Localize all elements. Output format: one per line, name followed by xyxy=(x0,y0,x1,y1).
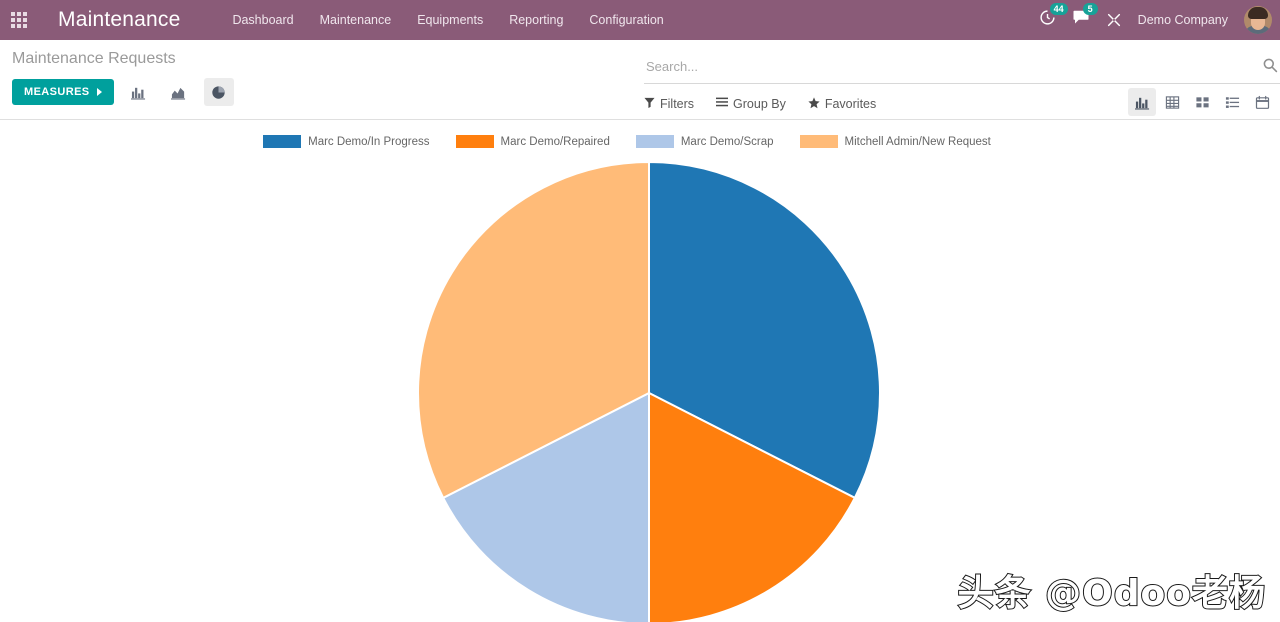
pie-slice[interactable] xyxy=(648,391,857,622)
top-navbar: Maintenance Dashboard Maintenance Equipm… xyxy=(0,0,1280,40)
graph-view-icon[interactable] xyxy=(1128,88,1156,116)
menu-item-reporting[interactable]: Reporting xyxy=(509,13,563,27)
avatar-hair xyxy=(1248,7,1268,19)
legend-swatch-0 xyxy=(263,135,302,148)
view-switcher xyxy=(1128,88,1276,116)
kanban-view-icon[interactable] xyxy=(1188,88,1216,116)
funnel-icon xyxy=(644,97,655,111)
legend-label-2: Marc Demo/Scrap xyxy=(680,135,774,148)
filters-dropdown[interactable]: Filters xyxy=(644,97,694,111)
messages-count-badge: 5 xyxy=(1082,3,1098,15)
legend-item[interactable]: Marc Demo/In Progress xyxy=(263,135,430,148)
menu-item-configuration[interactable]: Configuration xyxy=(589,13,663,27)
menu-item-equipments[interactable]: Equipments xyxy=(417,13,483,27)
filter-row: Filters Group By Favorites xyxy=(644,86,1280,122)
caret-right-icon xyxy=(96,88,102,96)
search-input[interactable] xyxy=(644,59,1280,74)
filters-label: Filters xyxy=(660,97,695,111)
group-by-dropdown[interactable]: Group By xyxy=(716,97,786,111)
hamburger-icon xyxy=(716,97,729,111)
menu-item-maintenance[interactable]: Maintenance xyxy=(320,13,392,27)
pie-slice[interactable] xyxy=(441,391,650,622)
calendar-view-icon[interactable] xyxy=(1248,88,1276,116)
main-menu: Dashboard Maintenance Equipments Reporti… xyxy=(232,13,663,27)
graph-view-container: Marc Demo/In Progress Marc Demo/Repaired… xyxy=(0,120,1280,622)
pie-slice[interactable] xyxy=(417,160,650,500)
favorites-dropdown[interactable]: Favorites xyxy=(808,96,877,112)
messages-menu[interactable]: 5 xyxy=(1072,3,1098,31)
navbar-right-tools: 44 5 Demo Company xyxy=(1039,0,1280,40)
watermark-text: 头条 @Odoo老杨 xyxy=(957,572,1266,615)
control-panel-right: Filters Group By Favor xyxy=(644,40,1280,122)
bug-wrench-icon[interactable] xyxy=(1106,12,1122,28)
legend-swatch-2 xyxy=(635,135,674,148)
favorites-label: Favorites xyxy=(824,97,877,111)
pie-chart-icon[interactable] xyxy=(203,78,234,106)
company-switcher[interactable]: Demo Company xyxy=(1138,13,1228,27)
search-bar[interactable] xyxy=(644,50,1280,84)
legend-label-1: Marc Demo/Repaired xyxy=(500,135,610,148)
line-chart-icon[interactable] xyxy=(164,78,194,106)
legend-item[interactable]: Marc Demo/Scrap xyxy=(635,135,774,148)
breadcrumb[interactable]: Maintenance Requests xyxy=(0,40,640,68)
pie-slice[interactable] xyxy=(648,160,881,500)
legend-item[interactable]: Mitchell Admin/New Request xyxy=(799,135,991,148)
control-panel: Maintenance Requests MEASURES Search... … xyxy=(0,40,1280,120)
legend-swatch-3 xyxy=(799,135,838,148)
search-icon[interactable] xyxy=(1262,57,1278,78)
legend-label-0: Marc Demo/In Progress xyxy=(308,135,430,148)
apps-grid-dots xyxy=(11,12,27,28)
pie-chart[interactable] xyxy=(0,120,1280,622)
control-panel-left: Maintenance Requests MEASURES xyxy=(0,40,640,106)
chart-legend: Marc Demo/In Progress Marc Demo/Repaired… xyxy=(0,120,1280,150)
activities-menu[interactable]: 44 xyxy=(1039,3,1068,31)
menu-item-dashboard[interactable]: Dashboard xyxy=(232,13,293,27)
app-brand-title[interactable]: Maintenance xyxy=(58,8,180,32)
group-by-label: Group By xyxy=(733,97,786,111)
measures-label: MEASURES xyxy=(24,86,90,98)
measures-button[interactable]: MEASURES xyxy=(12,79,114,105)
list-view-icon[interactable] xyxy=(1218,88,1246,116)
chart-controls: MEASURES xyxy=(0,68,640,106)
legend-item[interactable]: Marc Demo/Repaired xyxy=(455,135,610,148)
pivot-view-icon[interactable] xyxy=(1158,88,1186,116)
legend-swatch-1 xyxy=(455,135,494,148)
bar-chart-icon[interactable] xyxy=(124,78,154,106)
user-avatar[interactable] xyxy=(1244,6,1272,34)
star-icon xyxy=(808,96,820,112)
legend-label-3: Mitchell Admin/New Request xyxy=(844,135,991,148)
apps-grid-icon[interactable] xyxy=(0,0,38,40)
activities-count-badge: 44 xyxy=(1049,3,1068,15)
